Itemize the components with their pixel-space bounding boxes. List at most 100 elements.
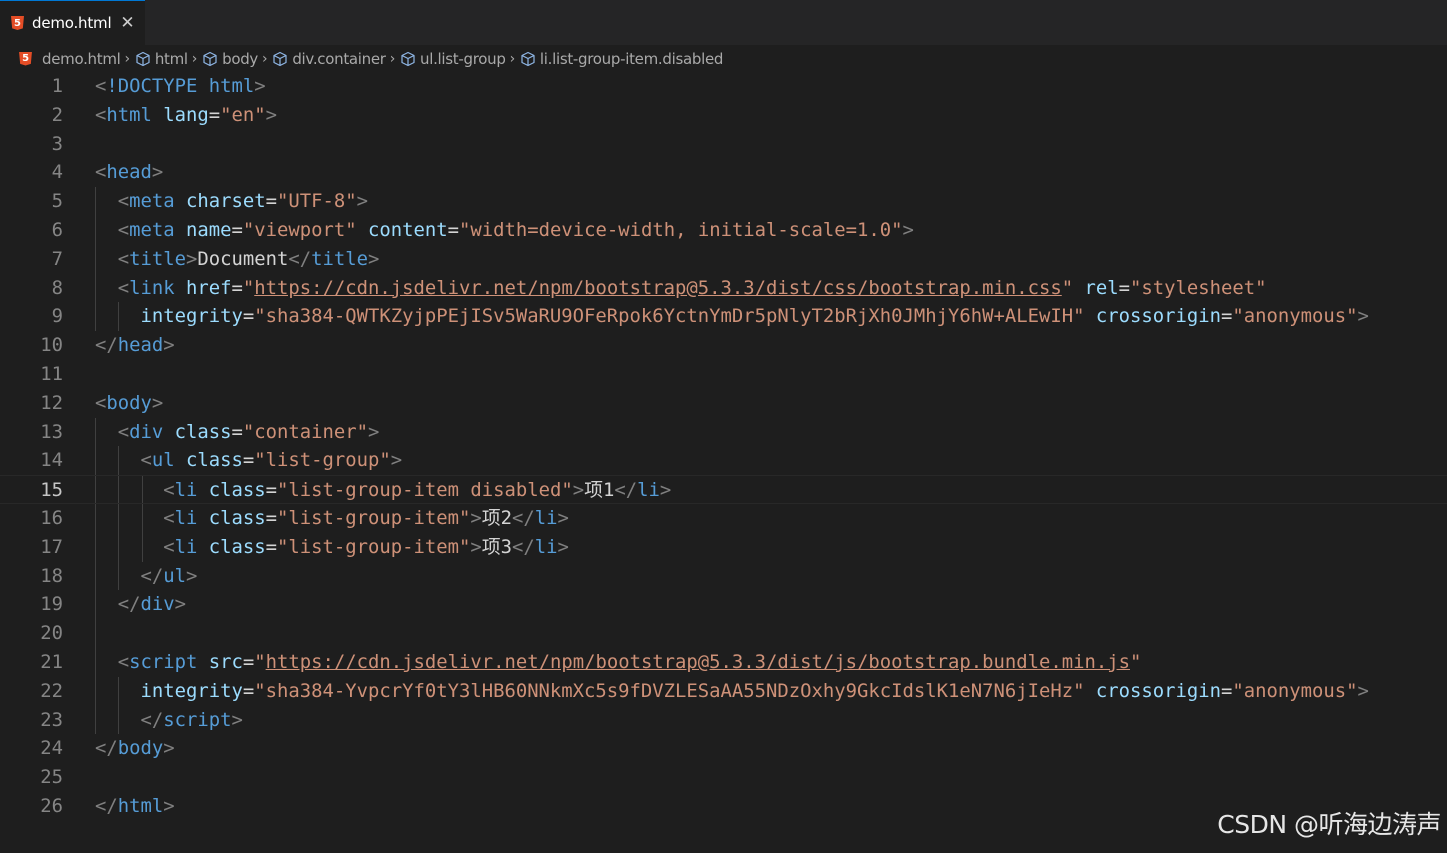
code-token: Document [197, 247, 289, 270]
breadcrumb-label: demo.html [42, 49, 121, 68]
symbol-element-icon [272, 51, 292, 67]
code-token: > [367, 420, 380, 443]
code-line[interactable]: 22 integrity="sha384-YvpcrYf0tY3lHB60NNk… [0, 676, 1447, 706]
breadcrumb-item[interactable]: ul.list-group [400, 50, 506, 68]
code-text: <head> [95, 158, 163, 187]
code-text: <ul class="list-group"> [95, 446, 403, 475]
breadcrumb-label: ul.list-group [420, 49, 506, 68]
code-line[interactable]: 5 <meta charset="UTF-8"> [0, 187, 1447, 216]
code-token: < [140, 449, 152, 472]
code-token: "en" [220, 103, 266, 126]
code-line[interactable]: 16 <li class="list-group-item">项2</li> [0, 504, 1447, 533]
line-number: 26 [40, 795, 63, 817]
code-token: html [117, 795, 164, 817]
code-token: > [231, 708, 243, 731]
code-token: = [1118, 276, 1130, 299]
line-number: 2 [51, 103, 63, 126]
chevron-right-icon: › [191, 50, 198, 67]
code-line[interactable]: 7 <title>Document</title> [0, 244, 1447, 274]
line-number: 21 [40, 651, 63, 673]
code-token: > [368, 247, 380, 270]
breadcrumb-item[interactable]: html [135, 50, 188, 68]
code-token: integrity [140, 305, 243, 328]
code-token: !DOCTYPE [106, 75, 209, 97]
code-token: html [106, 103, 164, 126]
code-line[interactable]: 2 <html lang="en"> [0, 101, 1447, 130]
code-line[interactable]: 17 <li class="list-group-item">项3</li> [0, 532, 1447, 562]
code-token: meta [129, 219, 186, 241]
code-text: <div class="container"> [95, 418, 380, 447]
code-token: > [151, 391, 164, 414]
code-token: charset [186, 190, 266, 213]
line-number: 19 [40, 593, 63, 616]
code-line[interactable]: 21 <script src="https://cdn.jsdelivr.net… [0, 648, 1447, 677]
code-token: > [572, 479, 585, 502]
tab-demo-html[interactable]: 5 demo.html ✕ [0, 0, 145, 45]
breadcrumb-item[interactable]: li.list-group-item.disabled [520, 50, 723, 68]
code-token: = [1220, 305, 1233, 328]
code-line[interactable]: 3 [0, 130, 1447, 159]
code-token: = [265, 535, 277, 558]
breadcrumb-item[interactable]: div.container [272, 50, 386, 68]
watermark: CSDN @听海边涛声 [1217, 810, 1441, 839]
breadcrumb-item[interactable]: 5 demo.html [0, 50, 121, 68]
code-token: = [265, 507, 277, 529]
code-text: <meta name="viewport" content="width=dev… [95, 216, 914, 245]
code-token: = [242, 651, 255, 673]
code-text: <html lang="en"> [95, 101, 277, 130]
code-editor[interactable]: 1 <!DOCTYPE html> 2 <html lang="en"> 3 4 <head… [0, 72, 1447, 853]
breadcrumb-label: li.list-group-item.disabled [539, 49, 724, 68]
code-token: > [1357, 305, 1369, 328]
line-number: 17 [40, 535, 63, 558]
code-line[interactable]: 6 <meta name="viewport" content="width=d… [0, 216, 1447, 245]
code-token: > [254, 75, 266, 97]
code-line[interactable]: 24 </body> [0, 734, 1447, 763]
code-token: = [242, 305, 255, 328]
code-token: > [163, 737, 175, 760]
code-token: integrity [140, 679, 243, 702]
code-token: > [659, 479, 672, 502]
code-token: li [174, 479, 209, 502]
code-token: > [186, 564, 198, 587]
code-token: "stylesheet" [1130, 276, 1267, 299]
code-token: < [95, 391, 107, 414]
code-token: </ [95, 334, 118, 357]
line-number: 9 [51, 305, 63, 328]
code-line[interactable]: 23 </script> [0, 705, 1447, 735]
code-line[interactable]: 14 <ul class="list-group"> [0, 446, 1447, 476]
code-token: > [557, 507, 569, 529]
close-icon[interactable]: ✕ [120, 14, 134, 32]
code-line[interactable]: 9 integrity="sha384-QWTKZyjpPEjISv5WaRU9… [0, 302, 1447, 332]
code-line[interactable]: 18 </ul> [0, 561, 1447, 591]
code-token: > [163, 334, 175, 357]
code-line[interactable]: 25 [0, 763, 1447, 792]
code-line[interactable]: 8 <link href="https://cdn.jsdelivr.net/n… [0, 273, 1447, 303]
code-line[interactable]: 11 [0, 360, 1447, 389]
line-number: 10 [40, 334, 63, 357]
code-token: href [186, 276, 232, 299]
code-line[interactable]: 20 [0, 619, 1447, 648]
code-token: ul [151, 449, 186, 472]
code-line[interactable]: 13 <div class="container"> [0, 417, 1447, 447]
code-line[interactable]: 15 <li class="list-group-item disabled">… [0, 475, 1447, 504]
code-line[interactable]: 4 <head> [0, 158, 1447, 187]
breadcrumb: 5 demo.html › html › body › div.container › ul.li… [0, 45, 1447, 72]
code-text: </script> [95, 706, 243, 735]
code-line[interactable]: 12 <body> [0, 389, 1447, 418]
line-number: 12 [40, 391, 63, 414]
code-token: https://cdn.jsdelivr.net/npm/bootstrap@5… [254, 276, 1062, 299]
line-number: 3 [51, 132, 63, 155]
code-token: < [163, 479, 175, 502]
code-line[interactable]: 10 </head> [0, 331, 1447, 360]
breadcrumb-item[interactable]: body [202, 50, 258, 68]
code-token: > [557, 535, 569, 558]
code-token: class [208, 535, 266, 558]
code-token: div [140, 593, 175, 616]
code-line[interactable]: 19 </div> [0, 590, 1447, 620]
code-line[interactable]: 1 <!DOCTYPE html> [0, 72, 1447, 101]
line-number: 15 [40, 479, 63, 502]
code-token: "list-group" [254, 449, 391, 472]
code-token: < [163, 535, 175, 558]
code-token: </ [140, 564, 164, 587]
